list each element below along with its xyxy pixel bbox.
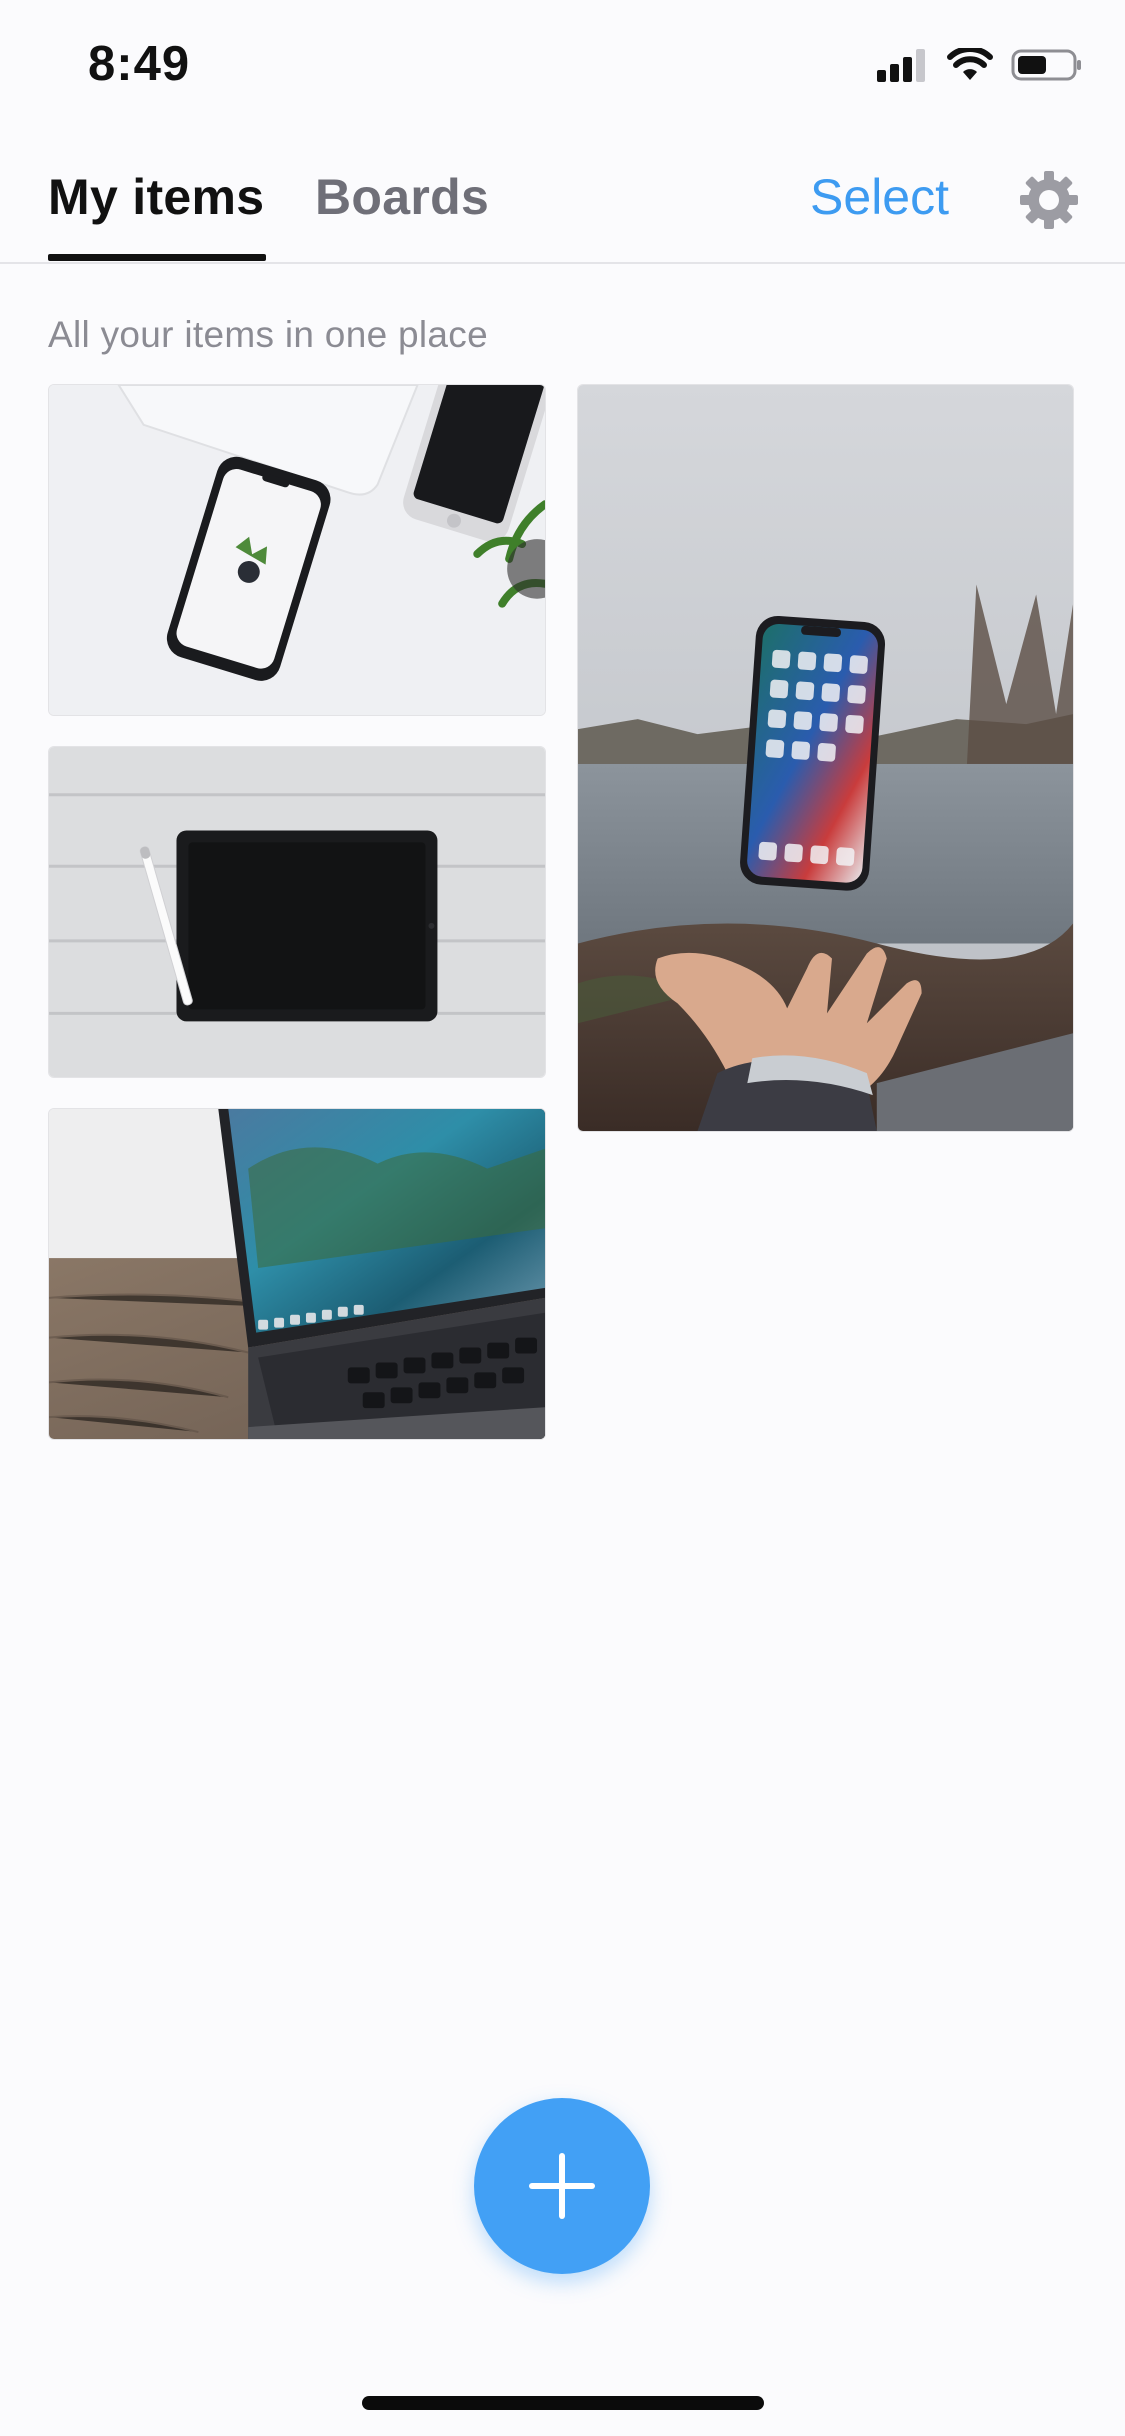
battery-icon	[1011, 49, 1081, 81]
phones-on-desk-image	[49, 385, 545, 715]
status-time: 8:49	[88, 37, 191, 91]
tab-my-items[interactable]: My items	[48, 168, 264, 226]
status-icons	[877, 48, 1083, 82]
select-button[interactable]: Select	[810, 168, 949, 226]
signal-icon	[877, 49, 925, 82]
page-subtitle: All your items in one place	[48, 314, 488, 355]
active-tab-indicator	[48, 254, 266, 261]
item-tile-floating-phone[interactable]	[577, 384, 1074, 1132]
my-items-screen: 8:49 My items Boards Select All your ite…	[0, 0, 1125, 2436]
floating-phone-image	[578, 385, 1073, 1131]
item-tile-phones-desk[interactable]	[48, 384, 546, 716]
add-item-button[interactable]	[474, 2098, 650, 2274]
item-tile-laptop[interactable]	[48, 1108, 546, 1440]
item-tile-tablet[interactable]	[48, 746, 546, 1078]
gear-icon	[1020, 171, 1078, 229]
tablet-image	[49, 747, 545, 1077]
home-indicator	[362, 2396, 764, 2410]
wifi-icon	[947, 48, 993, 80]
status-bar: 8:49	[0, 0, 1125, 132]
tab-boards[interactable]: Boards	[315, 168, 489, 226]
settings-button[interactable]	[1017, 168, 1081, 232]
header-tabs: My items Boards Select	[0, 150, 1125, 264]
laptop-image	[49, 1109, 545, 1439]
plus-icon	[529, 2153, 595, 2219]
